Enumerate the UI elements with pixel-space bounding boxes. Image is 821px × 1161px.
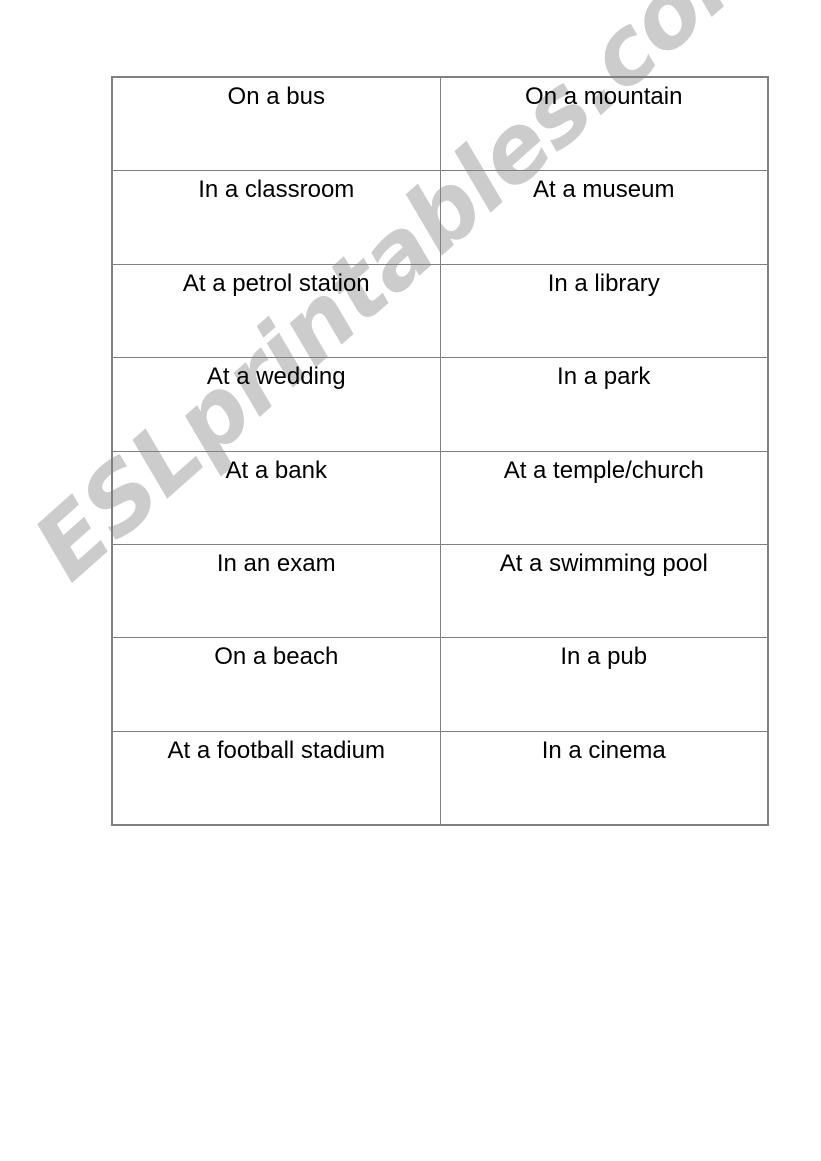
card-label: In a park — [557, 363, 651, 391]
table-row: On a beach In a pub — [112, 637, 768, 732]
table-row: In an exam At a swimming pool — [112, 543, 768, 639]
table-row: At a petrol station In a library — [112, 263, 768, 359]
table-row: At a football stadium In a cinema — [112, 730, 768, 826]
table-row: At a bank At a temple/church — [112, 450, 768, 545]
card-label: On a bus — [227, 83, 325, 110]
card-cell-left[interactable]: At a football stadium — [112, 730, 441, 826]
card-label: In a cinema — [541, 736, 666, 764]
card-label: At a temple/church — [503, 456, 704, 484]
card-cell-left[interactable]: On a beach — [112, 637, 441, 732]
card-cell-right[interactable]: In a cinema — [439, 730, 768, 826]
card-label: At a bank — [225, 456, 327, 484]
card-label: On a mountain — [525, 83, 683, 110]
card-cell-right[interactable]: At a museum — [439, 170, 768, 265]
card-label: At a football stadium — [167, 736, 385, 764]
card-label: In an exam — [216, 549, 336, 577]
card-cell-left[interactable]: At a petrol station — [112, 263, 441, 359]
page-sheet: ESLprintables.com On a bus On a mountain… — [0, 0, 821, 1161]
card-label: At a museum — [533, 176, 675, 204]
card-label: In a pub — [560, 643, 648, 671]
card-cell-right[interactable]: In a park — [439, 357, 768, 452]
card-label: In a library — [547, 269, 660, 297]
card-cell-left[interactable]: At a wedding — [112, 357, 441, 452]
card-label: On a beach — [214, 643, 339, 671]
vocabulary-cards-table: On a bus On a mountain In a classroom At… — [111, 76, 769, 826]
card-label: At a swimming pool — [499, 549, 708, 577]
card-cell-left[interactable]: In an exam — [112, 543, 441, 639]
card-cell-left[interactable]: In a classroom — [112, 170, 441, 265]
card-cell-left[interactable]: On a bus — [112, 76, 441, 172]
card-label: At a wedding — [206, 363, 346, 391]
card-cell-right[interactable]: On a mountain — [439, 76, 768, 172]
card-cell-right[interactable]: At a temple/church — [439, 450, 768, 545]
table-row: In a classroom At a museum — [112, 170, 768, 265]
card-cell-right[interactable]: In a library — [439, 263, 768, 359]
card-label: In a classroom — [198, 176, 355, 204]
card-label: At a petrol station — [182, 269, 370, 297]
card-cell-right[interactable]: At a swimming pool — [439, 543, 768, 639]
table-row: At a wedding In a park — [112, 357, 768, 452]
card-cell-left[interactable]: At a bank — [112, 450, 441, 545]
card-cell-right[interactable]: In a pub — [439, 637, 768, 732]
table-row: On a bus On a mountain — [112, 76, 768, 172]
